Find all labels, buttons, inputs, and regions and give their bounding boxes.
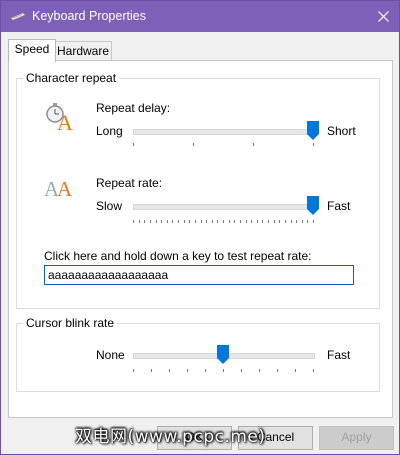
slider-tick <box>234 220 236 223</box>
slider-tick <box>256 220 258 223</box>
svg-text:A: A <box>57 177 73 199</box>
slider-tick <box>241 369 242 372</box>
cursor-blink-ticks <box>133 369 314 374</box>
close-button[interactable] <box>367 1 399 32</box>
slider-tick <box>273 220 275 223</box>
cursor-blink-slider-thumb[interactable] <box>217 345 229 364</box>
tab-hardware[interactable]: Hardware <box>54 41 112 61</box>
slider-tick <box>228 220 230 223</box>
slider-tick <box>144 220 146 223</box>
title-bar: Keyboard Properties <box>1 1 399 32</box>
double-letter-a-icon: A A <box>44 177 73 199</box>
slider-tick <box>200 220 202 223</box>
slider-tick <box>169 369 170 372</box>
cursor-blink-group: Cursor blink rate None Fast <box>16 316 380 392</box>
repeat-delay-slider-track[interactable] <box>133 129 315 135</box>
slider-tick <box>151 369 152 372</box>
slider-tick <box>279 220 281 223</box>
slider-tick <box>217 220 219 223</box>
repeat-rate-max-label: Fast <box>327 199 351 213</box>
repeat-rate-label: Repeat rate: <box>96 176 163 190</box>
slider-tick <box>178 220 179 223</box>
slider-tick <box>223 369 224 372</box>
slider-tick <box>284 220 286 223</box>
cursor-blink-label: Cursor blink rate <box>23 316 118 330</box>
slider-tick <box>206 220 208 223</box>
slider-tick <box>161 220 163 223</box>
character-repeat-label: Character repeat <box>23 71 120 85</box>
cursor-blink-max-label: Fast <box>327 348 351 362</box>
keyboard-icon <box>10 12 26 21</box>
slider-tick <box>149 220 151 223</box>
slider-tick <box>223 220 224 223</box>
slider-tick <box>189 220 191 223</box>
repeat-rate-slider-thumb[interactable] <box>307 196 319 215</box>
slider-tick <box>313 220 314 223</box>
slider-tick <box>313 369 314 372</box>
slider-tick <box>172 220 174 223</box>
repeat-rate-min-label: Slow <box>96 199 123 213</box>
slider-tick <box>253 143 254 146</box>
test-repeat-label: Click here and hold down a key to test r… <box>44 249 312 263</box>
slider-tick <box>296 220 298 223</box>
slider-tick <box>268 220 269 223</box>
window-title: Keyboard Properties <box>32 9 146 23</box>
repeat-delay-min-label: Long <box>96 124 123 138</box>
slider-tick <box>193 143 194 146</box>
close-icon <box>377 11 389 22</box>
test-repeat-input[interactable] <box>44 265 354 285</box>
repeat-rate-ticks <box>133 220 314 225</box>
slider-tick <box>313 143 314 146</box>
slider-tick <box>155 220 157 223</box>
slider-tick <box>138 220 140 223</box>
slider-tick <box>211 220 213 223</box>
slider-tick <box>166 220 168 223</box>
slider-tick <box>187 369 188 372</box>
character-repeat-group: Character repeat A Repeat delay: Long Sh… <box>16 71 380 309</box>
slider-tick <box>307 220 309 223</box>
watermark-text: 双电网(www.pcpc.me) <box>75 427 266 447</box>
slider-tick <box>301 220 303 223</box>
repeat-delay-ticks <box>133 143 314 148</box>
slider-tick <box>133 369 134 372</box>
slider-tick <box>245 220 247 223</box>
slider-tick <box>183 220 185 223</box>
slider-tick <box>239 220 241 223</box>
tab-speed[interactable]: Speed <box>8 39 56 62</box>
repeat-delay-label: Repeat delay: <box>96 101 171 115</box>
repeat-delay-max-label: Short <box>327 124 356 138</box>
slider-tick <box>194 220 196 223</box>
speed-tab-panel: Character repeat A Repeat delay: Long Sh… <box>8 60 393 418</box>
slider-tick <box>133 220 134 223</box>
keyboard-properties-window: Keyboard Properties Speed Hardware Chara… <box>0 0 400 455</box>
slider-tick <box>290 220 292 223</box>
slider-tick <box>133 143 134 146</box>
cursor-blink-min-label: None <box>96 348 125 362</box>
stopwatch-letter-a-icon: A <box>46 103 73 132</box>
slider-tick <box>205 369 206 372</box>
slider-tick <box>277 369 278 372</box>
repeat-delay-slider-thumb[interactable] <box>307 121 319 140</box>
slider-tick <box>259 369 260 372</box>
svg-text:A: A <box>57 110 73 132</box>
slider-tick <box>295 369 296 372</box>
apply-button[interactable]: Apply <box>319 426 394 450</box>
repeat-rate-slider-track[interactable] <box>133 204 315 210</box>
slider-tick <box>262 220 264 223</box>
slider-tick <box>251 220 253 223</box>
